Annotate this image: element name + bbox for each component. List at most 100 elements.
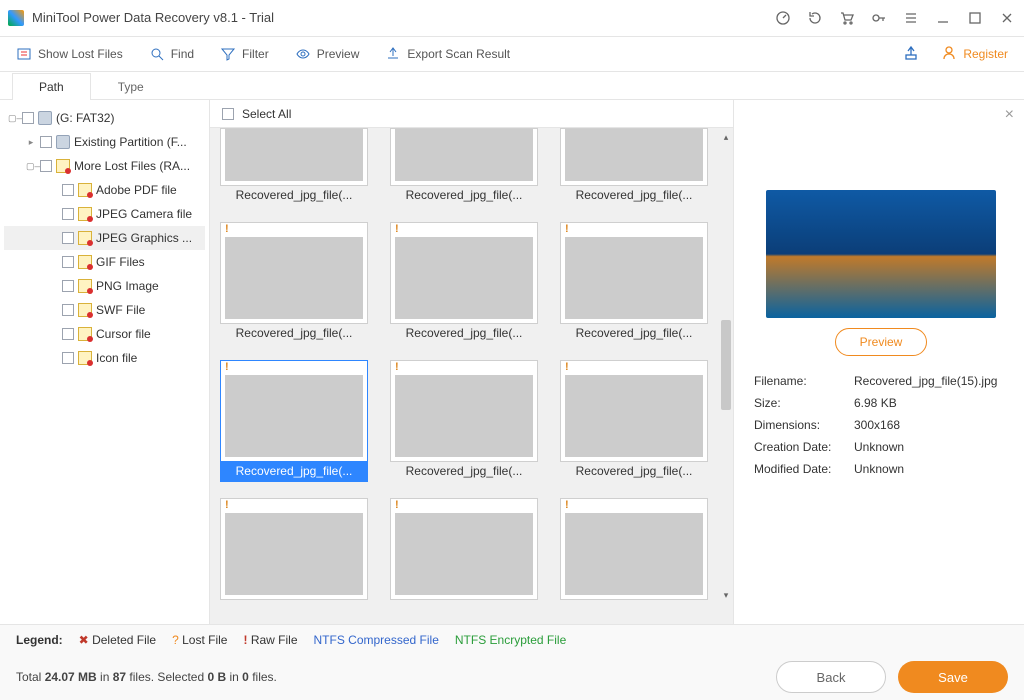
file-type-icon [78,351,92,365]
tree-node-pdf[interactable]: Adobe PDF file [4,178,205,202]
select-all-row[interactable]: Select All [210,100,733,128]
tree-label: JPEG Graphics ... [96,231,192,245]
raw-file-marker-icon: ! [561,361,707,375]
scroll-down-icon[interactable]: ▾ [721,590,731,600]
register-button[interactable]: Register [941,45,1008,64]
thumb-item[interactable]: !Recovered_jpg_file(... [560,360,708,482]
filter-label: Filter [242,47,269,61]
tree-node-jpeg-camera[interactable]: JPEG Camera file [4,202,205,226]
minimize-icon[interactable] [934,9,952,27]
save-button[interactable]: Save [898,661,1008,693]
thumb-item-selected[interactable]: !Recovered_jpg_file(... [220,360,368,482]
register-label: Register [963,47,1008,61]
close-icon[interactable] [998,9,1016,27]
thumb-image [395,237,533,319]
tree-node-existing-partition[interactable]: ▸Existing Partition (F... [4,130,205,154]
refresh-icon[interactable] [806,9,824,27]
thumbnail-grid: Recovered_jpg_file(... Recovered_jpg_fil… [220,128,717,624]
thumb-image [395,375,533,457]
thumb-item[interactable]: ! [560,498,708,600]
thumb-caption: Recovered_jpg_file(... [220,186,368,206]
checkbox[interactable] [22,112,34,124]
thumb-caption: Recovered_jpg_file(... [390,462,538,482]
checkbox[interactable] [62,208,74,220]
tree-label: Cursor file [96,327,151,341]
checkbox[interactable] [40,160,52,172]
tree-label: Adobe PDF file [96,183,177,197]
thumb-item[interactable]: Recovered_jpg_file(... [390,128,538,206]
thumb-image [565,237,703,319]
legend-ntfs-encrypted: NTFS Encrypted File [455,633,566,647]
collapse-icon[interactable]: ▢― [8,113,18,124]
gauge-icon[interactable] [774,9,792,27]
checkbox[interactable] [62,280,74,292]
preview-button[interactable]: Preview [295,46,360,62]
save-label: Save [938,670,968,685]
thumb-image [225,375,363,457]
checkbox[interactable] [62,184,74,196]
tree-node-gif[interactable]: GIF Files [4,250,205,274]
filter-button[interactable]: Filter [220,46,269,62]
open-preview-button[interactable]: Preview [835,328,927,356]
tree-node-icon[interactable]: Icon file [4,346,205,370]
tab-type-label: Type [118,80,144,94]
checkbox[interactable] [62,256,74,268]
tree-node-drive[interactable]: ▢―(G: FAT32) [4,106,205,130]
checkbox[interactable] [40,136,52,148]
export-scan-button[interactable]: Export Scan Result [385,46,510,62]
checkbox[interactable] [62,232,74,244]
show-lost-files-button[interactable]: Show Lost Files [16,46,123,62]
checkbox[interactable] [62,352,74,364]
expand-icon[interactable]: ▸ [26,137,36,148]
cart-icon[interactable] [838,9,856,27]
thumb-image [225,513,363,595]
thumb-caption: Recovered_jpg_file(... [220,324,368,344]
file-type-icon [78,207,92,221]
legend-lost: ? Lost File [172,633,227,647]
tree-node-jpeg-graphics[interactable]: JPEG Graphics ... [4,226,205,250]
thumb-item[interactable]: ! [220,498,368,600]
thumb-item[interactable]: Recovered_jpg_file(... [220,128,368,206]
raw-file-marker-icon: ! [221,223,367,237]
preview-metadata: Filename:Recovered_jpg_file(15).jpg Size… [754,374,1008,484]
find-label: Find [171,47,194,61]
thumb-item[interactable]: ! Recovered_jpg_file(... [390,222,538,344]
share-icon[interactable] [903,45,921,63]
key-icon[interactable] [870,9,888,27]
toolbar: Show Lost Files Find Filter Preview Expo… [0,36,1024,72]
tree-node-cursor[interactable]: Cursor file [4,322,205,346]
user-icon [941,45,957,64]
find-button[interactable]: Find [149,46,194,62]
close-preview-icon[interactable]: × [1005,106,1014,124]
menu-icon[interactable] [902,9,920,27]
legend: Legend: ✖ Deleted File ? Lost File ! Raw… [0,624,1024,654]
checkbox[interactable] [62,328,74,340]
raw-file-marker-icon: ! [221,361,367,375]
raw-file-marker-icon: ! [391,223,537,237]
scrollbar[interactable]: ▴ ▾ [721,132,731,600]
thumb-caption: Recovered_jpg_file(... [390,324,538,344]
tab-type[interactable]: Type [91,73,171,100]
tab-path[interactable]: Path [12,73,91,100]
collapse-icon[interactable]: ▢― [26,161,36,172]
scroll-up-icon[interactable]: ▴ [721,132,731,142]
maximize-icon[interactable] [966,9,984,27]
checkbox[interactable] [62,304,74,316]
tree-node-swf[interactable]: SWF File [4,298,205,322]
find-icon [149,46,165,62]
export-icon [385,46,401,62]
thumb-item[interactable]: ! [390,498,538,600]
tab-path-label: Path [39,80,64,94]
thumb-item[interactable]: ! Recovered_jpg_file(... [220,222,368,344]
thumb-item[interactable]: !Recovered_jpg_file(... [560,222,708,344]
scrollbar-thumb[interactable] [721,320,731,410]
back-button[interactable]: Back [776,661,886,693]
thumb-item[interactable]: !Recovered_jpg_file(... [390,360,538,482]
thumb-item[interactable]: Recovered_jpg_file(... [560,128,708,206]
tree-label: JPEG Camera file [96,207,192,221]
select-all-checkbox[interactable] [222,108,234,120]
file-type-icon [78,327,92,341]
tree-node-png[interactable]: PNG Image [4,274,205,298]
tree-node-more-lost-files[interactable]: ▢―More Lost Files (RA... [4,154,205,178]
tree-label: SWF File [96,303,145,317]
